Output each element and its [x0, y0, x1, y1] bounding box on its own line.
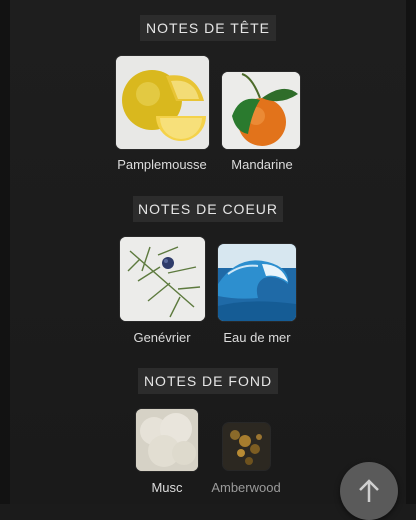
note-label: Genévrier [133, 330, 191, 345]
note-mandarine[interactable]: Mandarine [212, 55, 312, 175]
section-title-top-notes: NOTES DE TÊTE [140, 15, 276, 41]
section-title-heart-notes: NOTES DE COEUR [133, 196, 283, 222]
note-pamplemousse[interactable]: Pamplemousse [112, 55, 212, 175]
amberwood-image [223, 423, 270, 470]
note-label: Amberwood [211, 480, 281, 495]
scroll-to-top-button[interactable] [340, 462, 398, 520]
arrow-up-icon [359, 479, 379, 502]
note-label: Pamplemousse [117, 157, 207, 172]
sea-wave-image [218, 244, 296, 321]
note-eau-de-mer[interactable]: Eau de mer [207, 236, 307, 348]
note-label: Mandarine [231, 157, 293, 172]
section-title-base-notes: NOTES DE FOND [138, 368, 278, 394]
musk-image [136, 409, 198, 471]
note-genevrier[interactable]: Genévrier [112, 236, 212, 348]
note-amberwood[interactable]: Amberwood [196, 408, 296, 504]
note-label: Eau de mer [223, 330, 291, 345]
mandarin-image [222, 72, 300, 149]
left-edge [0, 0, 10, 504]
right-edge [406, 0, 416, 504]
juniper-image [120, 237, 205, 321]
grapefruit-image [116, 56, 209, 149]
